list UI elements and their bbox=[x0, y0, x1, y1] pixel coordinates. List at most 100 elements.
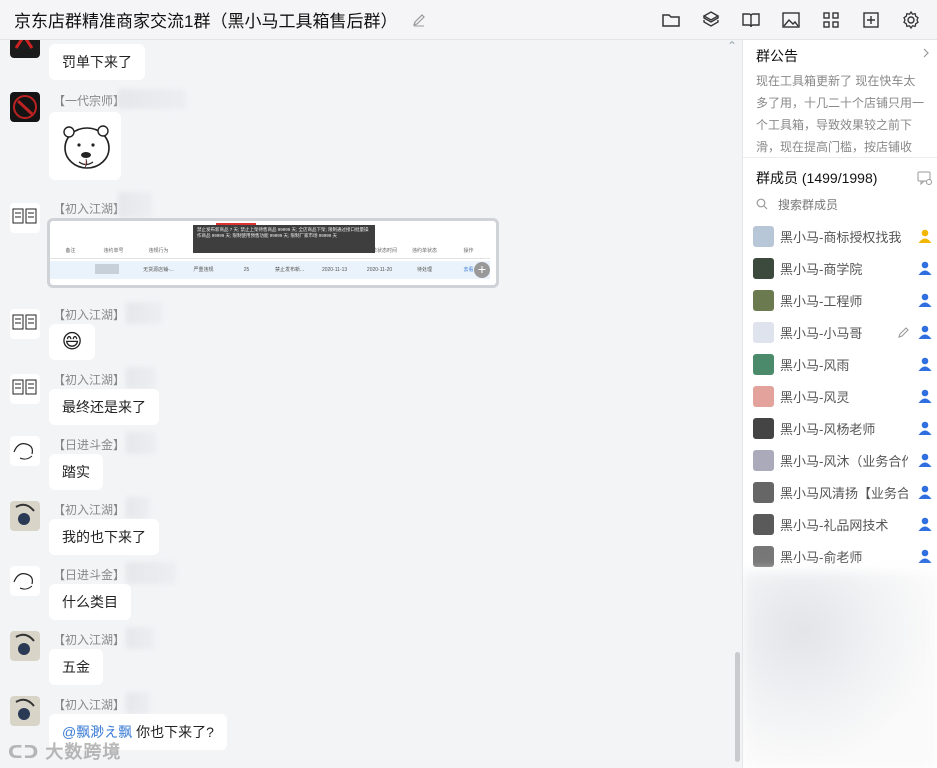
chevron-right-icon[interactable] bbox=[921, 48, 931, 58]
members-header: 群成员 (1499/1998) bbox=[743, 158, 937, 188]
admin-icon bbox=[917, 388, 933, 404]
table-header-cell: 违约单状态 bbox=[412, 248, 438, 254]
avatar[interactable] bbox=[10, 566, 40, 596]
sender-name: 【初入江湖】 bbox=[53, 202, 126, 216]
group-title: 京东店群精准商家交流1群（黑小马工具箱售后群） bbox=[14, 12, 398, 31]
member-avatar[interactable] bbox=[753, 513, 774, 535]
member-item[interactable]: 黑小马-工程师 bbox=[743, 284, 937, 316]
blurred-name bbox=[126, 302, 162, 324]
avatar[interactable] bbox=[10, 436, 40, 466]
table-header-cell: 操作 bbox=[463, 248, 474, 254]
search-icon bbox=[756, 198, 768, 210]
member-item[interactable]: 黑小马-风灵 bbox=[743, 380, 937, 412]
member-name: 黑小马-工程师 bbox=[780, 293, 863, 309]
member-avatar[interactable] bbox=[753, 545, 774, 567]
member-search[interactable]: 搜索群成员 bbox=[756, 194, 937, 214]
emoji-message[interactable]: 😄 bbox=[49, 324, 95, 360]
member-avatar[interactable] bbox=[753, 353, 774, 375]
avatar[interactable] bbox=[10, 501, 40, 531]
member-item[interactable]: 黑小马-俞老师 bbox=[743, 540, 937, 572]
member-item[interactable]: 黑小马-商学院 bbox=[743, 252, 937, 284]
blurred-name bbox=[126, 432, 156, 454]
table-cell: 待处理 bbox=[417, 267, 433, 273]
member-item[interactable]: 黑小马-风沐（业务合作 bbox=[743, 444, 937, 476]
member-avatar[interactable] bbox=[753, 321, 774, 343]
member-name: 黑小马-风雨 bbox=[780, 357, 850, 373]
member-item[interactable]: 黑小马-商标授权找我 bbox=[743, 220, 937, 252]
admin-icon bbox=[917, 548, 933, 564]
blurred-area bbox=[743, 572, 937, 768]
blurred-order-id bbox=[95, 264, 119, 274]
collapse-icon[interactable]: ⌃ bbox=[726, 40, 738, 52]
table-cell bbox=[50, 261, 91, 279]
apps-icon[interactable] bbox=[811, 8, 851, 32]
member-avatar[interactable] bbox=[753, 449, 774, 471]
admin-icon bbox=[917, 324, 933, 340]
search-placeholder: 搜索群成员 bbox=[778, 197, 839, 212]
avatar[interactable] bbox=[10, 631, 40, 661]
member-avatar[interactable] bbox=[753, 289, 774, 311]
table-cell: 2020-11-20 bbox=[366, 267, 393, 273]
sender-name: 【初入江湖】 bbox=[53, 373, 126, 387]
member-avatar[interactable] bbox=[753, 417, 774, 439]
gear-icon[interactable] bbox=[891, 8, 931, 32]
member-item[interactable]: 黑小马-小马哥 bbox=[743, 316, 937, 348]
member-name: 黑小马-俞老师 bbox=[780, 549, 863, 565]
watermark-text: 大数跨境 bbox=[45, 742, 122, 762]
bear-sticker bbox=[63, 125, 110, 169]
message-bubble[interactable]: 什么类目 bbox=[49, 584, 131, 620]
member-avatar[interactable] bbox=[753, 481, 774, 503]
avatar[interactable] bbox=[10, 309, 40, 339]
admin-icon bbox=[917, 356, 933, 372]
notice-title: 群公告 bbox=[756, 48, 798, 64]
sticker-message[interactable] bbox=[49, 112, 121, 180]
table-cell: 2020-11-13 bbox=[321, 267, 348, 273]
book-icon[interactable] bbox=[731, 8, 771, 32]
sender-name: 【一代宗师】 bbox=[53, 94, 126, 108]
avatar[interactable] bbox=[10, 40, 40, 58]
edit-icon[interactable] bbox=[411, 12, 427, 28]
chat-scrollbar[interactable] bbox=[735, 652, 740, 762]
chat-header: 京东店群精准商家交流1群（黑小马工具箱售后群） bbox=[0, 0, 937, 40]
member-name: 黑小马-商学院 bbox=[780, 261, 863, 277]
message-bubble[interactable]: 最终还是来了 bbox=[49, 389, 159, 425]
members-title: 群成员 (1499/1998) bbox=[756, 170, 878, 186]
chat-area[interactable]: ⌃ 罚单下来了 【一代宗师】 【初入江湖】 备注 违约单号 违规行为 违约单状态… bbox=[0, 40, 742, 768]
avatar[interactable] bbox=[10, 374, 40, 404]
member-name: 黑小马-礼品网技术 bbox=[780, 517, 889, 533]
sender-name: 【日进斗金】 bbox=[53, 568, 126, 582]
member-list-icon[interactable] bbox=[917, 170, 933, 186]
avatar[interactable] bbox=[10, 203, 40, 233]
blurred-name bbox=[126, 497, 150, 519]
message-bubble[interactable]: 我的也下来了 bbox=[49, 519, 159, 555]
blurred-name bbox=[118, 192, 152, 218]
avatar[interactable] bbox=[10, 696, 40, 726]
message-text: 你也下来了? bbox=[132, 724, 214, 740]
sender-name: 【日进斗金】 bbox=[53, 438, 126, 452]
avatar[interactable] bbox=[10, 92, 40, 122]
message-bubble[interactable]: 五金 bbox=[49, 649, 103, 685]
edit-icon[interactable] bbox=[897, 325, 911, 339]
message-bubble[interactable]: 踏实 bbox=[49, 454, 103, 490]
image-icon[interactable] bbox=[771, 8, 811, 32]
add-icon[interactable] bbox=[851, 8, 891, 32]
member-item[interactable]: 黑小马-风杨老师 bbox=[743, 412, 937, 444]
member-name: 黑小马-小马哥 bbox=[780, 325, 863, 341]
side-panel: 群公告 现在工具箱更新了 现在快车太多了用，十几二十个店铺只用一个工具箱，导致效… bbox=[742, 40, 937, 768]
zoom-icon[interactable]: + bbox=[474, 262, 490, 278]
image-message[interactable]: 备注违约单号违规行为违规类型扣分违规处罚处罚开始时间违约单状态时间违约单状态操作… bbox=[47, 218, 499, 288]
cube-icon[interactable] bbox=[691, 8, 731, 32]
member-avatar[interactable] bbox=[753, 257, 774, 279]
member-avatar[interactable] bbox=[753, 225, 774, 247]
member-item[interactable]: 黑小马-礼品网技术 bbox=[743, 508, 937, 540]
message-bubble[interactable]: 罚单下来了 bbox=[49, 44, 145, 80]
table-cell: 25 bbox=[243, 267, 250, 273]
member-avatar[interactable] bbox=[753, 385, 774, 407]
group-notice[interactable]: 群公告 现在工具箱更新了 现在快车太多了用，十几二十个店铺只用一个工具箱，导致效… bbox=[743, 40, 937, 158]
member-item[interactable]: 黑小马-风雨 bbox=[743, 348, 937, 380]
folder-icon[interactable] bbox=[651, 8, 691, 32]
member-name: 黑小马-风杨老师 bbox=[780, 421, 876, 437]
notice-text: 现在工具箱更新了 现在快车太多了用，十几二十个店铺只用一个工具箱，导致效果较之前… bbox=[756, 74, 925, 154]
member-item[interactable]: 黑小马风清扬【业务合作 bbox=[743, 476, 937, 508]
toolbar bbox=[651, 8, 931, 32]
